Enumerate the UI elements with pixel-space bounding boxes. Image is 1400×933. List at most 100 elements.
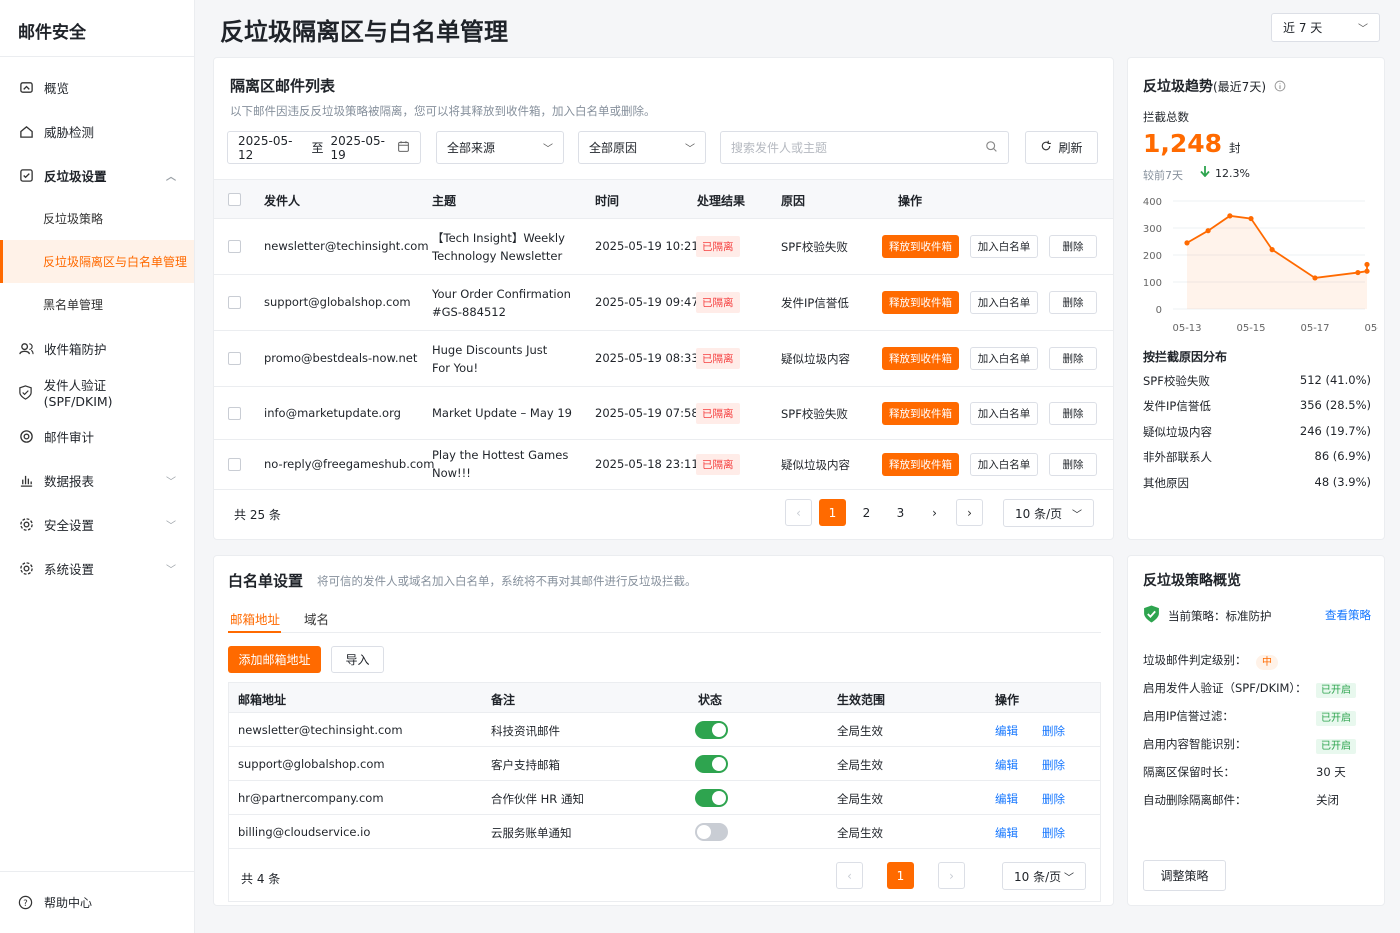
release-button[interactable]: 释放到收件箱 xyxy=(882,347,959,370)
nav-antispam[interactable]: 反垃圾设置 ︿ xyxy=(0,153,194,197)
add-whitelist-button[interactable]: 加入白名单 xyxy=(970,291,1038,314)
policy-row: 启用内容智能识别： 已开启 xyxy=(1143,736,1373,754)
chevron-down-icon: ﹀ xyxy=(685,144,695,155)
delete-link[interactable]: 删除 xyxy=(1042,825,1065,841)
data-point xyxy=(1364,261,1370,268)
whitelist-row: newsletter@techinsight.com 科技资讯邮件 全局生效 编… xyxy=(229,713,1100,747)
date-to: 2025-05-19 xyxy=(330,133,385,162)
import-button[interactable]: 导入 xyxy=(331,646,384,673)
status-toggle[interactable] xyxy=(695,721,728,739)
next-page-button[interactable]: › xyxy=(956,499,983,526)
add-email-button[interactable]: 添加邮箱地址 xyxy=(228,646,321,673)
level-badge: 中 xyxy=(1256,654,1278,670)
data-point xyxy=(1355,269,1361,276)
time: 2025-05-19 07:58 xyxy=(595,406,699,420)
help-center[interactable]: ? 帮助中心 xyxy=(0,871,195,933)
page-1-button[interactable]: 1 xyxy=(819,499,846,526)
chevron-down-icon: ﹀ xyxy=(1358,24,1368,35)
y-tick-label: 100 xyxy=(1143,278,1162,289)
add-whitelist-button[interactable]: 加入白名单 xyxy=(970,453,1038,476)
row-checkbox[interactable] xyxy=(228,407,241,420)
prev-page-button[interactable]: ‹ xyxy=(836,862,863,889)
reason-row: 发件IP信誉低 356 (28.5%) xyxy=(1143,398,1371,413)
policy-row: 启用发件人验证（SPF/DKIM）： 已开启 xyxy=(1143,680,1373,698)
date-range-select[interactable]: 近 7 天 ﹀ xyxy=(1271,13,1380,42)
tab-domain[interactable]: 域名 xyxy=(304,609,329,628)
date-from: 2025-05-12 xyxy=(238,133,293,162)
nav-sub-policy[interactable]: 反垃圾策略 xyxy=(0,197,194,240)
nav-audit[interactable]: 邮件审计 xyxy=(0,414,194,458)
page-3-button[interactable]: 3 xyxy=(887,499,914,526)
row-checkbox[interactable] xyxy=(228,296,241,309)
trend-card: 反垃圾趋势(最近7天) 拦截总数 1,248 封 较前7天 12.3% 0 100… xyxy=(1127,57,1385,540)
edit-link[interactable]: 编辑 xyxy=(995,791,1018,807)
date-range-picker[interactable]: 2025-05-12 至 2025-05-19 xyxy=(227,131,421,164)
nav-sender-verify[interactable]: 发件人验证 (SPF/DKIM) xyxy=(0,370,194,414)
y-tick-label: 300 xyxy=(1143,224,1162,235)
page-size-select[interactable]: 10 条/页 ﹀ xyxy=(1003,499,1094,527)
edit-link[interactable]: 编辑 xyxy=(995,825,1018,841)
delete-link[interactable]: 删除 xyxy=(1042,757,1065,773)
subject: Play the Hottest Games Now!!! xyxy=(432,448,569,480)
nav-threat[interactable]: 威胁检测 xyxy=(0,109,194,153)
status-toggle[interactable] xyxy=(695,755,728,773)
delete-link[interactable]: 删除 xyxy=(1042,791,1065,807)
refresh-button[interactable]: 刷新 xyxy=(1025,131,1098,164)
nav-inbox[interactable]: 收件箱防护 xyxy=(0,326,194,370)
data-point xyxy=(1364,268,1370,274)
page-2-button[interactable]: 2 xyxy=(853,499,880,526)
delete-button[interactable]: 删除 xyxy=(1049,235,1097,258)
row-checkbox[interactable] xyxy=(228,352,241,365)
nav-sub-blacklist[interactable]: 黑名单管理 xyxy=(0,283,194,326)
table-row: info@marketupdate.org Market Update – Ma… xyxy=(214,387,1113,440)
delete-button[interactable]: 删除 xyxy=(1049,291,1097,314)
x-tick-label: 05-13 xyxy=(1172,323,1201,331)
edit-link[interactable]: 编辑 xyxy=(995,723,1018,739)
nav-system-settings[interactable]: 系统设置 ﹀ xyxy=(0,546,194,590)
row-checkbox[interactable] xyxy=(228,458,241,471)
search-input[interactable]: 搜索发件人或主题 xyxy=(720,131,1009,164)
reason: SPF校验失败 xyxy=(781,240,848,254)
nav-sub-quarantine[interactable]: 反垃圾隔离区与白名单管理 xyxy=(0,240,194,283)
page-next-arrow[interactable]: › xyxy=(921,499,948,526)
add-whitelist-button[interactable]: 加入白名单 xyxy=(970,235,1038,258)
status-toggle[interactable] xyxy=(695,789,728,807)
view-policy-link[interactable]: 查看策略 xyxy=(1325,607,1371,623)
delete-button[interactable]: 删除 xyxy=(1049,453,1097,476)
shield-check-icon xyxy=(1143,605,1160,626)
page-1-button[interactable]: 1 xyxy=(887,862,914,889)
status-toggle[interactable] xyxy=(695,823,728,841)
delete-link[interactable]: 删除 xyxy=(1042,723,1065,739)
status-badge: 已隔离 xyxy=(696,236,740,257)
add-whitelist-button[interactable]: 加入白名单 xyxy=(970,402,1038,425)
nav-overview[interactable]: 概览 xyxy=(0,65,194,109)
reason-select[interactable]: 全部原因 ﹀ xyxy=(578,131,706,164)
tab-email[interactable]: 邮箱地址 xyxy=(230,609,280,628)
edit-link[interactable]: 编辑 xyxy=(995,757,1018,773)
row-checkbox[interactable] xyxy=(228,240,241,253)
page-size-select[interactable]: 10 条/页 ﹀ xyxy=(1002,862,1086,890)
col-time: 时间 xyxy=(595,194,620,208)
status-badge: 已隔离 xyxy=(696,348,740,369)
chevron-down-icon: ﹀ xyxy=(166,476,176,488)
next-page-button[interactable]: › xyxy=(938,862,965,889)
policy-row: 启用IP信誉过滤： 已开启 xyxy=(1143,708,1373,726)
nav-security-settings[interactable]: 安全设置 ﹀ xyxy=(0,502,194,546)
adjust-policy-button[interactable]: 调整策略 xyxy=(1143,860,1226,891)
add-whitelist-button[interactable]: 加入白名单 xyxy=(970,347,1038,370)
checkbox-icon xyxy=(18,167,34,183)
info-icon xyxy=(1274,80,1286,95)
select-all-checkbox[interactable] xyxy=(228,193,241,206)
nav-label: 安全设置 xyxy=(44,517,95,533)
delete-button[interactable]: 删除 xyxy=(1049,402,1097,425)
delete-button[interactable]: 删除 xyxy=(1049,347,1097,370)
release-button[interactable]: 释放到收件箱 xyxy=(882,402,959,425)
source-select[interactable]: 全部来源 ﹀ xyxy=(436,131,564,164)
gear-icon xyxy=(18,516,34,532)
release-button[interactable]: 释放到收件箱 xyxy=(882,291,959,314)
release-button[interactable]: 释放到收件箱 xyxy=(882,453,959,476)
release-button[interactable]: 释放到收件箱 xyxy=(882,235,959,258)
whitelist-title: 白名单设置 xyxy=(228,572,304,590)
nav-reports[interactable]: 数据报表 ﹀ xyxy=(0,458,194,502)
prev-page-button[interactable]: ‹ xyxy=(785,499,812,526)
